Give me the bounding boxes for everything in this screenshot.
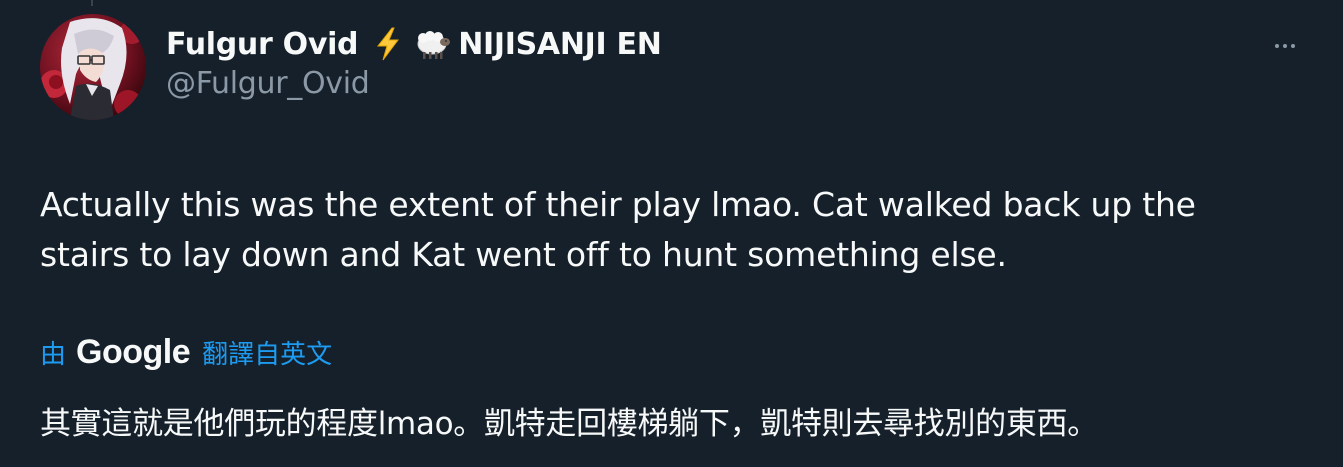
google-logo: Google [76,332,191,371]
display-name[interactable]: Fulgur Ovid [166,27,359,62]
translation-attribution: 由 Google 翻譯自英文 [40,330,332,374]
more-options-button[interactable] [1267,34,1303,58]
sheep-emoji-icon [412,26,451,62]
user-handle[interactable]: @Fulgur_Ovid [166,66,1283,101]
translated-from-link[interactable]: 翻譯自英文 [202,334,332,371]
translated-by-label: 由 [40,339,67,370]
more-icon-dot [1283,44,1287,48]
tweet-text: Actually this was the extent of their pl… [40,185,1196,274]
tweet-header: Fulgur Ovid NIJISANJI EN @Fulgur_Ovid [166,22,1283,102]
display-name-suffix[interactable]: NIJISANJI EN [458,27,662,62]
avatar-image [40,14,146,120]
tweet: Fulgur Ovid NIJISANJI EN @Fulgur_Ovid Ac… [0,0,1343,467]
avatar[interactable] [40,14,146,120]
name-row: Fulgur Ovid NIJISANJI EN [166,22,1283,66]
more-icon-dot [1291,44,1295,48]
translated-tweet-text: 其實這就是他們玩的程度lmao。凱特走回樓梯躺下，凱特則去尋找別的東西。 [40,406,1098,442]
more-icon [1275,44,1279,48]
lightning-emoji-icon [370,26,406,62]
